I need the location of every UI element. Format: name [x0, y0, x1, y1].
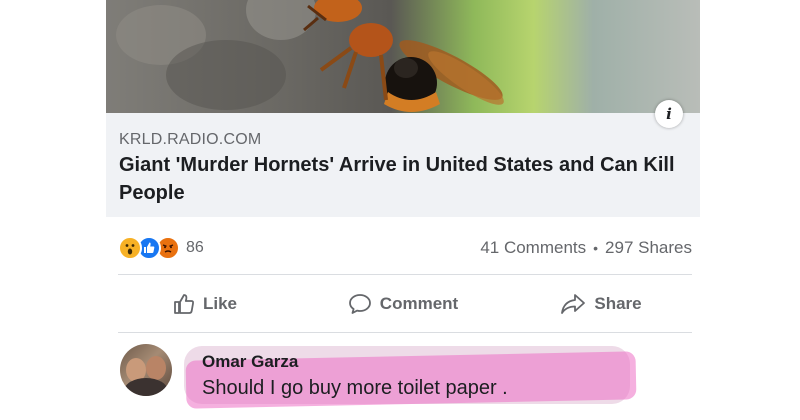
link-domain: KRLD.RADIO.COM — [119, 131, 262, 148]
info-icon[interactable]: i — [655, 100, 683, 128]
stats-separator: • — [593, 240, 599, 256]
post-actions: Like Comment Share — [106, 282, 700, 326]
comment-icon — [348, 294, 371, 314]
reactions-summary[interactable]: 86 — [118, 236, 204, 260]
comment-label: Comment — [379, 294, 459, 313]
like-button[interactable]: Like — [106, 282, 304, 326]
post-stats: 41 Comments • 297 Shares — [480, 236, 692, 260]
share-button[interactable]: Share — [502, 282, 700, 326]
comment-button[interactable]: Comment — [304, 282, 502, 326]
link-caption[interactable]: KRLD.RADIO.COM Giant 'Murder Hornets' Ar… — [106, 113, 700, 217]
comment-author[interactable]: Omar Garza — [202, 352, 298, 372]
reaction-count: 86 — [186, 239, 204, 256]
comments-count-link[interactable]: 41 Comments — [480, 238, 586, 258]
post-card: i KRLD.RADIO.COM Giant 'Murder Hornets' … — [106, 0, 700, 420]
thumbs-up-icon — [174, 294, 194, 314]
divider-top — [118, 274, 692, 275]
share-icon — [561, 294, 586, 314]
hornet-image — [303, 0, 504, 112]
avatar[interactable] — [120, 344, 172, 396]
link-preview-image[interactable] — [106, 0, 700, 113]
like-label: Like — [202, 294, 238, 313]
wow-emoji — [118, 236, 142, 260]
shares-count-link[interactable]: 297 Shares — [605, 238, 692, 258]
link-headline[interactable]: Giant 'Murder Hornets' Arrive in United … — [119, 151, 679, 207]
divider-bottom — [118, 332, 692, 333]
comment-text: Should I go buy more toilet paper . — [202, 377, 508, 399]
share-label: Share — [594, 294, 642, 313]
